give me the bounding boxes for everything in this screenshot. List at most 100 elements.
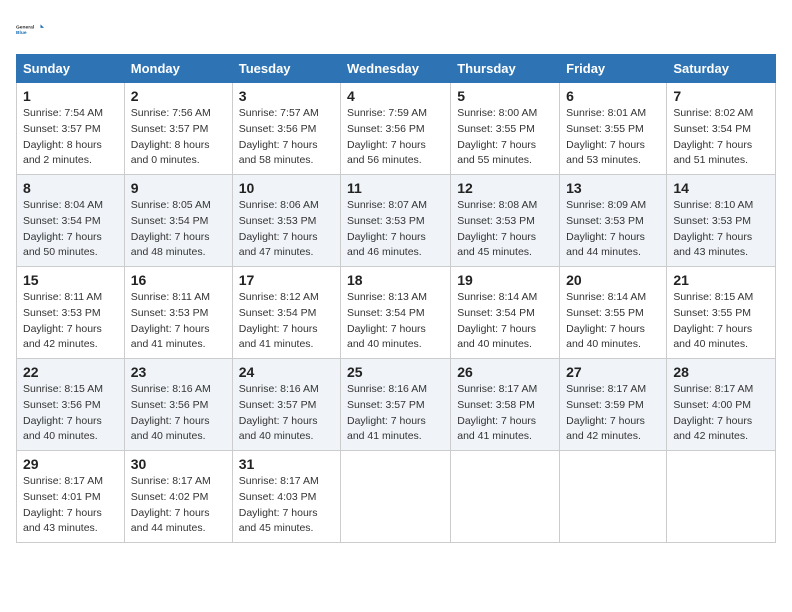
day-number: 11 [347, 180, 444, 196]
day-number: 3 [239, 88, 334, 104]
calendar-cell: 16 Sunrise: 8:11 AMSunset: 3:53 PMDaylig… [124, 267, 232, 359]
week-row-5: 29 Sunrise: 8:17 AMSunset: 4:01 PMDaylig… [17, 451, 776, 543]
calendar-cell: 20 Sunrise: 8:14 AMSunset: 3:55 PMDaylig… [560, 267, 667, 359]
day-info: Sunrise: 8:16 AMSunset: 3:56 PMDaylight:… [131, 383, 211, 442]
day-info: Sunrise: 8:04 AMSunset: 3:54 PMDaylight:… [23, 199, 103, 258]
day-info: Sunrise: 8:17 AMSunset: 4:00 PMDaylight:… [673, 383, 753, 442]
day-info: Sunrise: 8:11 AMSunset: 3:53 PMDaylight:… [23, 291, 102, 350]
calendar-table: SundayMondayTuesdayWednesdayThursdayFrid… [16, 54, 776, 543]
day-info: Sunrise: 8:10 AMSunset: 3:53 PMDaylight:… [673, 199, 753, 258]
calendar-cell: 19 Sunrise: 8:14 AMSunset: 3:54 PMDaylig… [451, 267, 560, 359]
day-number: 16 [131, 272, 226, 288]
day-number: 19 [457, 272, 553, 288]
day-info: Sunrise: 8:01 AMSunset: 3:55 PMDaylight:… [566, 107, 646, 166]
day-info: Sunrise: 8:17 AMSunset: 4:01 PMDaylight:… [23, 475, 103, 534]
calendar-cell: 17 Sunrise: 8:12 AMSunset: 3:54 PMDaylig… [232, 267, 340, 359]
week-row-1: 1 Sunrise: 7:54 AMSunset: 3:57 PMDayligh… [17, 83, 776, 175]
calendar-cell [341, 451, 451, 543]
day-number: 23 [131, 364, 226, 380]
day-number: 18 [347, 272, 444, 288]
day-number: 9 [131, 180, 226, 196]
header-row: SundayMondayTuesdayWednesdayThursdayFrid… [17, 55, 776, 83]
day-info: Sunrise: 8:16 AMSunset: 3:57 PMDaylight:… [239, 383, 319, 442]
day-info: Sunrise: 8:17 AMSunset: 3:59 PMDaylight:… [566, 383, 646, 442]
day-number: 27 [566, 364, 660, 380]
svg-text:General: General [16, 25, 35, 31]
day-info: Sunrise: 8:12 AMSunset: 3:54 PMDaylight:… [239, 291, 319, 350]
calendar-cell: 29 Sunrise: 8:17 AMSunset: 4:01 PMDaylig… [17, 451, 125, 543]
day-number: 12 [457, 180, 553, 196]
calendar-cell: 24 Sunrise: 8:16 AMSunset: 3:57 PMDaylig… [232, 359, 340, 451]
calendar-cell: 4 Sunrise: 7:59 AMSunset: 3:56 PMDayligh… [341, 83, 451, 175]
calendar-cell: 14 Sunrise: 8:10 AMSunset: 3:53 PMDaylig… [667, 175, 776, 267]
day-header-wednesday: Wednesday [341, 55, 451, 83]
header: General Blue [16, 16, 776, 44]
day-info: Sunrise: 8:17 AMSunset: 3:58 PMDaylight:… [457, 383, 537, 442]
day-number: 24 [239, 364, 334, 380]
calendar-cell: 7 Sunrise: 8:02 AMSunset: 3:54 PMDayligh… [667, 83, 776, 175]
day-info: Sunrise: 8:08 AMSunset: 3:53 PMDaylight:… [457, 199, 537, 258]
day-info: Sunrise: 8:15 AMSunset: 3:56 PMDaylight:… [23, 383, 103, 442]
calendar-cell: 26 Sunrise: 8:17 AMSunset: 3:58 PMDaylig… [451, 359, 560, 451]
day-info: Sunrise: 8:17 AMSunset: 4:03 PMDaylight:… [239, 475, 319, 534]
day-number: 21 [673, 272, 769, 288]
calendar-cell: 28 Sunrise: 8:17 AMSunset: 4:00 PMDaylig… [667, 359, 776, 451]
calendar-cell: 15 Sunrise: 8:11 AMSunset: 3:53 PMDaylig… [17, 267, 125, 359]
calendar-cell: 30 Sunrise: 8:17 AMSunset: 4:02 PMDaylig… [124, 451, 232, 543]
day-info: Sunrise: 8:02 AMSunset: 3:54 PMDaylight:… [673, 107, 753, 166]
day-number: 4 [347, 88, 444, 104]
day-header-thursday: Thursday [451, 55, 560, 83]
day-number: 31 [239, 456, 334, 472]
calendar-cell: 1 Sunrise: 7:54 AMSunset: 3:57 PMDayligh… [17, 83, 125, 175]
day-number: 20 [566, 272, 660, 288]
day-number: 2 [131, 88, 226, 104]
day-info: Sunrise: 8:14 AMSunset: 3:55 PMDaylight:… [566, 291, 646, 350]
calendar-cell: 10 Sunrise: 8:06 AMSunset: 3:53 PMDaylig… [232, 175, 340, 267]
day-header-sunday: Sunday [17, 55, 125, 83]
day-info: Sunrise: 8:11 AMSunset: 3:53 PMDaylight:… [131, 291, 210, 350]
day-info: Sunrise: 8:17 AMSunset: 4:02 PMDaylight:… [131, 475, 211, 534]
calendar-cell [667, 451, 776, 543]
day-info: Sunrise: 7:54 AMSunset: 3:57 PMDaylight:… [23, 107, 103, 166]
calendar-cell: 21 Sunrise: 8:15 AMSunset: 3:55 PMDaylig… [667, 267, 776, 359]
logo-icon: General Blue [16, 16, 44, 44]
day-number: 7 [673, 88, 769, 104]
svg-text:Blue: Blue [16, 30, 27, 36]
calendar-cell: 8 Sunrise: 8:04 AMSunset: 3:54 PMDayligh… [17, 175, 125, 267]
day-number: 5 [457, 88, 553, 104]
calendar-cell: 11 Sunrise: 8:07 AMSunset: 3:53 PMDaylig… [341, 175, 451, 267]
calendar-cell: 25 Sunrise: 8:16 AMSunset: 3:57 PMDaylig… [341, 359, 451, 451]
calendar-cell: 5 Sunrise: 8:00 AMSunset: 3:55 PMDayligh… [451, 83, 560, 175]
day-number: 1 [23, 88, 118, 104]
day-header-friday: Friday [560, 55, 667, 83]
day-number: 22 [23, 364, 118, 380]
day-number: 8 [23, 180, 118, 196]
day-info: Sunrise: 7:59 AMSunset: 3:56 PMDaylight:… [347, 107, 427, 166]
day-number: 14 [673, 180, 769, 196]
day-header-monday: Monday [124, 55, 232, 83]
day-info: Sunrise: 8:09 AMSunset: 3:53 PMDaylight:… [566, 199, 646, 258]
day-info: Sunrise: 8:16 AMSunset: 3:57 PMDaylight:… [347, 383, 427, 442]
calendar-cell: 6 Sunrise: 8:01 AMSunset: 3:55 PMDayligh… [560, 83, 667, 175]
day-number: 17 [239, 272, 334, 288]
day-info: Sunrise: 8:13 AMSunset: 3:54 PMDaylight:… [347, 291, 427, 350]
calendar-cell [560, 451, 667, 543]
day-number: 29 [23, 456, 118, 472]
calendar-cell: 13 Sunrise: 8:09 AMSunset: 3:53 PMDaylig… [560, 175, 667, 267]
calendar-cell: 31 Sunrise: 8:17 AMSunset: 4:03 PMDaylig… [232, 451, 340, 543]
day-number: 13 [566, 180, 660, 196]
day-info: Sunrise: 8:06 AMSunset: 3:53 PMDaylight:… [239, 199, 319, 258]
calendar-cell [451, 451, 560, 543]
day-number: 30 [131, 456, 226, 472]
day-info: Sunrise: 8:14 AMSunset: 3:54 PMDaylight:… [457, 291, 537, 350]
calendar-cell: 2 Sunrise: 7:56 AMSunset: 3:57 PMDayligh… [124, 83, 232, 175]
week-row-2: 8 Sunrise: 8:04 AMSunset: 3:54 PMDayligh… [17, 175, 776, 267]
day-info: Sunrise: 8:15 AMSunset: 3:55 PMDaylight:… [673, 291, 753, 350]
day-number: 10 [239, 180, 334, 196]
week-row-3: 15 Sunrise: 8:11 AMSunset: 3:53 PMDaylig… [17, 267, 776, 359]
day-number: 6 [566, 88, 660, 104]
day-number: 25 [347, 364, 444, 380]
day-info: Sunrise: 8:05 AMSunset: 3:54 PMDaylight:… [131, 199, 211, 258]
week-row-4: 22 Sunrise: 8:15 AMSunset: 3:56 PMDaylig… [17, 359, 776, 451]
calendar-cell: 3 Sunrise: 7:57 AMSunset: 3:56 PMDayligh… [232, 83, 340, 175]
